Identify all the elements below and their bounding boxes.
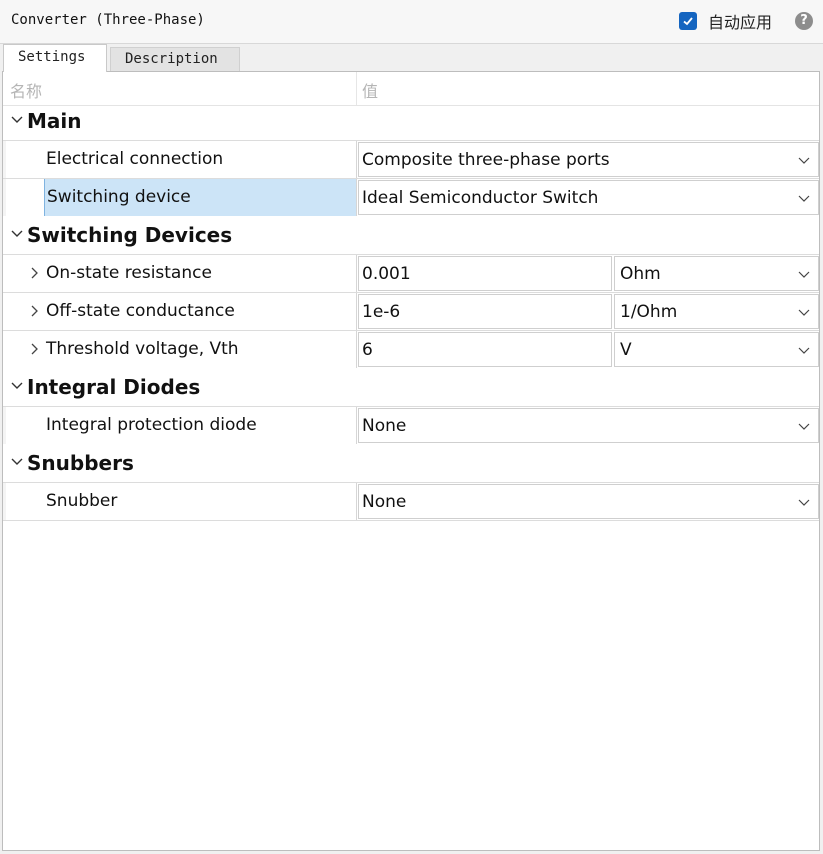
name-cell[interactable]: Threshold voltage, Vth — [3, 331, 357, 368]
chevron-down-icon[interactable] — [798, 193, 810, 203]
chevron-right-icon[interactable] — [27, 342, 41, 356]
row-integral-protection-diode[interactable]: Integral protection diode None — [3, 406, 819, 444]
chevron-down-icon[interactable] — [9, 454, 25, 470]
threshold-voltage-input[interactable]: 6 — [358, 332, 612, 367]
electrical-connection-dropdown[interactable]: Composite three-phase ports — [358, 142, 819, 177]
unit-value: 1/Ohm — [620, 302, 678, 322]
row-snubber[interactable]: Snubber None — [3, 482, 819, 521]
chevron-down-icon[interactable] — [9, 112, 25, 128]
title-bar: Converter (Three-Phase) 自动应用 ? — [0, 0, 823, 44]
param-name: Integral protection diode — [46, 415, 257, 435]
param-name: Threshold voltage, Vth — [46, 339, 239, 359]
unit-value: Ohm — [620, 264, 661, 284]
property-grid: 名称 值 Main Electrical connection Composit… — [2, 71, 820, 851]
checkmark-icon — [683, 17, 693, 26]
group-snubbers[interactable]: Snubbers — [3, 445, 819, 481]
tab-settings[interactable]: Settings — [3, 44, 107, 72]
dropdown-value: None — [362, 416, 407, 436]
name-cell[interactable]: Electrical connection — [3, 141, 357, 178]
auto-apply-toggle[interactable]: 自动应用 — [679, 10, 772, 32]
input-value: 6 — [362, 340, 373, 360]
dropdown-value: Composite three-phase ports — [362, 150, 610, 170]
chevron-down-icon[interactable] — [798, 307, 810, 317]
dropdown-value: Ideal Semiconductor Switch — [362, 188, 599, 208]
chevron-down-icon[interactable] — [798, 155, 810, 165]
group-label: Main — [27, 109, 82, 133]
row-threshold-voltage[interactable]: Threshold voltage, Vth 6 V — [3, 330, 819, 368]
switching-device-dropdown[interactable]: Ideal Semiconductor Switch — [358, 180, 819, 215]
column-header: 名称 值 — [3, 72, 819, 106]
on-state-resistance-unit-dropdown[interactable]: Ohm — [614, 256, 819, 291]
param-name: On-state resistance — [46, 263, 212, 283]
chevron-down-icon[interactable] — [798, 497, 810, 507]
name-cell[interactable]: Off-state conductance — [3, 293, 357, 330]
window-title: Converter (Three-Phase) — [11, 12, 205, 28]
chevron-down-icon[interactable] — [798, 421, 810, 431]
group-switching-devices[interactable]: Switching Devices — [3, 217, 819, 253]
tab-description[interactable]: Description — [110, 47, 240, 71]
param-name: Switching device — [47, 187, 191, 207]
name-cell[interactable]: On-state resistance — [3, 255, 357, 292]
group-label: Integral Diodes — [27, 375, 201, 399]
snubber-dropdown[interactable]: None — [358, 484, 819, 519]
param-name: Snubber — [46, 491, 118, 511]
row-off-state-conductance[interactable]: Off-state conductance 1e-6 1/Ohm — [3, 292, 819, 330]
value-column-header[interactable]: 值 — [362, 78, 378, 102]
input-value: 0.001 — [362, 264, 411, 284]
on-state-resistance-input[interactable]: 0.001 — [358, 256, 612, 291]
dropdown-value: None — [362, 492, 407, 512]
chevron-down-icon[interactable] — [9, 378, 25, 394]
param-name: Off-state conductance — [46, 301, 235, 321]
name-cell-selected[interactable]: Switching device — [44, 179, 357, 216]
chevron-down-icon[interactable] — [798, 345, 810, 355]
chevron-down-icon[interactable] — [9, 226, 25, 242]
name-column-header[interactable]: 名称 — [10, 78, 42, 102]
group-main[interactable]: Main — [3, 103, 819, 139]
off-state-conductance-input[interactable]: 1e-6 — [358, 294, 612, 329]
chevron-down-icon[interactable] — [798, 269, 810, 279]
auto-apply-checkbox[interactable] — [679, 12, 697, 30]
column-divider[interactable] — [356, 72, 357, 105]
param-name: Electrical connection — [46, 149, 224, 169]
auto-apply-label: 自动应用 — [708, 13, 773, 32]
input-value: 1e-6 — [362, 302, 401, 322]
integral-protection-diode-dropdown[interactable]: None — [358, 408, 819, 443]
row-electrical-connection[interactable]: Electrical connection Composite three-ph… — [3, 140, 819, 178]
group-label: Switching Devices — [27, 223, 233, 247]
off-state-conductance-unit-dropdown[interactable]: 1/Ohm — [614, 294, 819, 329]
row-on-state-resistance[interactable]: On-state resistance 0.001 Ohm — [3, 254, 819, 292]
chevron-right-icon[interactable] — [27, 266, 41, 280]
row-switching-device[interactable]: Switching device Ideal Semiconductor Swi… — [3, 178, 819, 216]
help-icon[interactable]: ? — [795, 12, 813, 30]
name-cell[interactable]: Snubber — [3, 483, 357, 520]
group-label: Snubbers — [27, 451, 134, 475]
unit-value: V — [620, 340, 632, 360]
threshold-voltage-unit-dropdown[interactable]: V — [614, 332, 819, 367]
row-gutter — [3, 179, 6, 216]
group-integral-diodes[interactable]: Integral Diodes — [3, 369, 819, 405]
chevron-right-icon[interactable] — [27, 304, 41, 318]
name-cell[interactable]: Integral protection diode — [3, 407, 357, 444]
